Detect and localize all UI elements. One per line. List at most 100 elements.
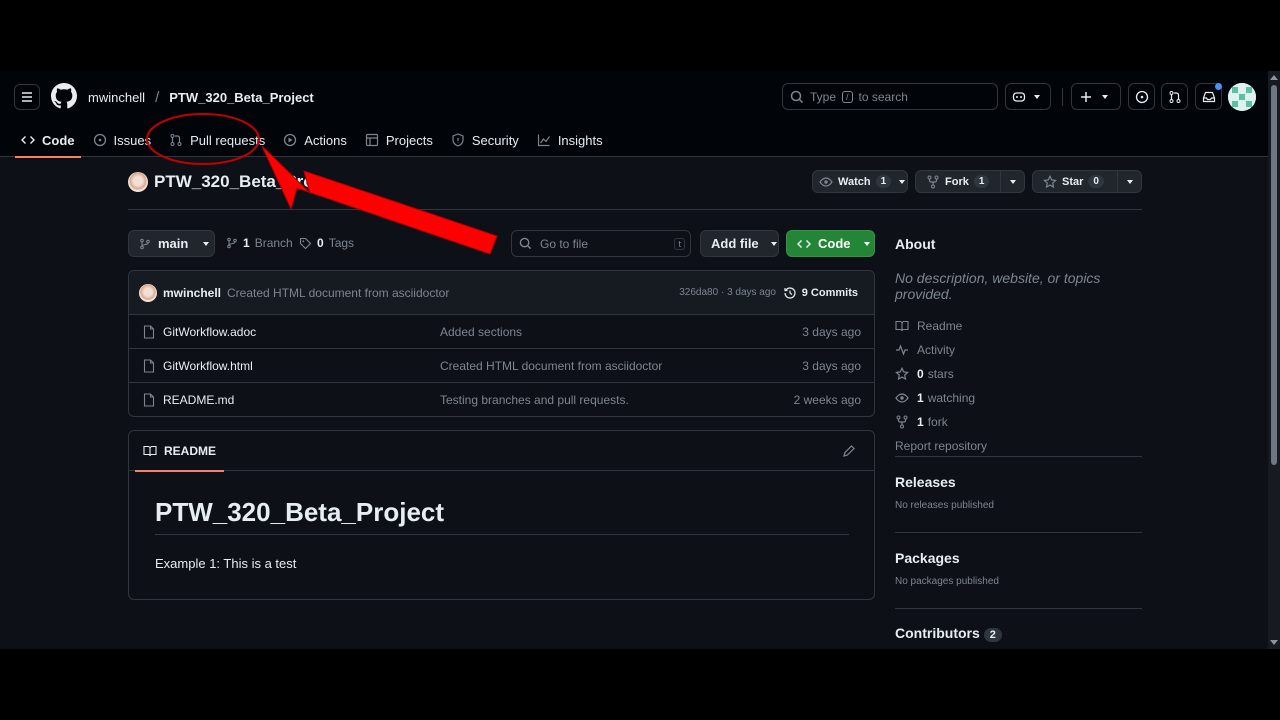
user-avatar[interactable]	[1228, 83, 1256, 111]
search-prefix: Type	[810, 89, 837, 104]
breadcrumb-owner[interactable]: mwinchell	[88, 90, 145, 105]
code-dropdown-button[interactable]: Code	[786, 230, 875, 257]
releases-section: Releases No releases published	[895, 456, 1142, 511]
scrollbar-thumb[interactable]	[1271, 85, 1277, 465]
create-new-button[interactable]	[1071, 83, 1121, 110]
chevron-down-icon	[1034, 94, 1040, 99]
repo-name[interactable]: PTW_320_Beta_Proj	[154, 172, 318, 192]
commit-author-avatar[interactable]	[139, 283, 157, 302]
packages-heading[interactable]: Packages	[895, 550, 1142, 566]
copilot-button[interactable]	[1005, 83, 1051, 110]
fork-icon	[896, 415, 908, 429]
watch-button[interactable]: Watch 1	[812, 170, 908, 193]
star-button[interactable]: Star 0	[1032, 170, 1142, 193]
go-to-file-input[interactable]: Go to file t	[511, 230, 691, 257]
file-row[interactable]: README.md Testing branches and pull requ…	[129, 383, 874, 416]
file-commit-message[interactable]: Added sections	[440, 325, 522, 339]
report-repository-link[interactable]: Report repository	[895, 434, 1142, 458]
search-icon	[790, 90, 804, 103]
forks-link[interactable]: 1 fork	[895, 410, 1142, 434]
stars-link[interactable]: 0 stars	[895, 362, 1142, 386]
branch-name: main	[158, 236, 189, 251]
chevron-down-icon	[1126, 179, 1133, 184]
chevron-down-icon	[1102, 94, 1108, 99]
fork-button[interactable]: Fork 1	[915, 170, 1025, 193]
pull-requests-button[interactable]	[1161, 83, 1188, 110]
hamburger-menu-button[interactable]	[14, 84, 40, 110]
tab-issues-label: Issues	[113, 132, 152, 148]
tab-code[interactable]: Code	[12, 123, 84, 158]
about-links: Readme Activity 0 stars 1 watching 1 for…	[895, 314, 1142, 458]
tab-actions[interactable]: Actions	[274, 123, 356, 157]
contributors-label: Contributors	[895, 625, 980, 641]
add-file-button[interactable]: Add file	[700, 230, 779, 257]
issues-button[interactable]	[1128, 83, 1155, 110]
tags-link[interactable]: 0 Tags	[299, 236, 354, 250]
tab-projects[interactable]: Projects	[356, 123, 442, 157]
header-divider	[1062, 88, 1063, 106]
fork-dropdown[interactable]	[1000, 171, 1024, 192]
breadcrumb-repo[interactable]: PTW_320_Beta_Project	[169, 90, 314, 105]
menu-icon	[22, 92, 32, 102]
github-logo-icon[interactable]	[51, 83, 77, 109]
commit-history-link[interactable]: 9 Commits	[783, 286, 858, 300]
file-row[interactable]: GitWorkflow.html Created HTML document f…	[129, 349, 874, 383]
branch-icon	[140, 238, 150, 249]
notification-dot	[1215, 83, 1222, 90]
readme-title: PTW_320_Beta_Project	[155, 497, 849, 535]
issue-circle-icon	[1135, 90, 1148, 103]
commit-count: 9 Commits	[801, 286, 858, 299]
readme-link-label: Readme	[917, 319, 963, 333]
scroll-down-icon[interactable]	[1270, 640, 1278, 645]
file-commit-message[interactable]: Created HTML document from asciidoctor	[440, 359, 662, 373]
file-commit-message[interactable]: Testing branches and pull requests.	[440, 393, 629, 407]
chevron-down-icon	[770, 241, 777, 246]
search-shortcut-key: /	[842, 90, 853, 103]
repo-owner-avatar[interactable]	[128, 172, 148, 192]
code-icon	[797, 239, 811, 248]
star-dropdown[interactable]	[1117, 171, 1141, 192]
tab-issues[interactable]: Issues	[84, 123, 161, 157]
releases-heading[interactable]: Releases	[895, 474, 1142, 490]
commit-message[interactable]: Created HTML document from asciidoctor	[227, 286, 449, 300]
tab-actions-label: Actions	[304, 132, 347, 148]
file-name[interactable]: GitWorkflow.html	[163, 359, 253, 373]
fork-count: 1	[917, 415, 924, 429]
file-icon	[143, 393, 155, 407]
commit-author[interactable]: mwinchell	[163, 286, 221, 300]
readme-link[interactable]: Readme	[895, 314, 1142, 338]
tab-insights[interactable]: Insights	[528, 123, 612, 157]
scroll-up-icon[interactable]	[1270, 75, 1278, 80]
repo-title-bar: PTW_320_Beta_Proj Watch 1 Fork 1 Star 0	[128, 170, 1142, 210]
watching-link[interactable]: 1 watching	[895, 386, 1142, 410]
file-date: 2 weeks ago	[793, 393, 861, 407]
file-name[interactable]: README.md	[163, 393, 234, 407]
activity-link[interactable]: Activity	[895, 338, 1142, 362]
watch-dropdown[interactable]	[897, 171, 907, 192]
branch-count: 1	[243, 236, 250, 250]
watching-label: watching	[927, 391, 976, 405]
global-search-input[interactable]: Type / to search	[782, 83, 998, 110]
readme-tab[interactable]: README	[135, 431, 225, 472]
star-count: 0	[1088, 175, 1104, 188]
packages-text: No packages published	[895, 576, 999, 587]
contributors-section: Contributors 2	[895, 608, 1142, 642]
page-scrollbar[interactable]	[1268, 71, 1280, 649]
global-header: mwinchell / PTW_320_Beta_Project Type / …	[0, 71, 1268, 158]
search-suffix: to search	[858, 89, 908, 104]
tab-pull-requests-label: Pull requests	[190, 132, 266, 148]
contributors-heading[interactable]: Contributors 2	[895, 625, 1142, 642]
readme-panel: README PTW_320_Beta_Project Example 1: T…	[128, 430, 875, 600]
chevron-down-icon	[863, 241, 870, 246]
file-row[interactable]: GitWorkflow.adoc Added sections 3 days a…	[129, 315, 874, 349]
watching-count: 1	[917, 391, 924, 405]
branches-link[interactable]: 1 Branch	[226, 236, 293, 250]
file-name[interactable]: GitWorkflow.adoc	[163, 325, 256, 339]
pencil-icon[interactable]	[842, 444, 856, 458]
eye-icon	[895, 393, 909, 403]
packages-section: Packages No packages published	[895, 532, 1142, 587]
commit-sha-time[interactable]: 326da80 · 3 days ago	[679, 287, 776, 298]
tab-security[interactable]: Security	[442, 123, 528, 157]
branch-selector[interactable]: main	[128, 230, 215, 257]
tab-pull-requests[interactable]: Pull requests	[160, 123, 274, 157]
